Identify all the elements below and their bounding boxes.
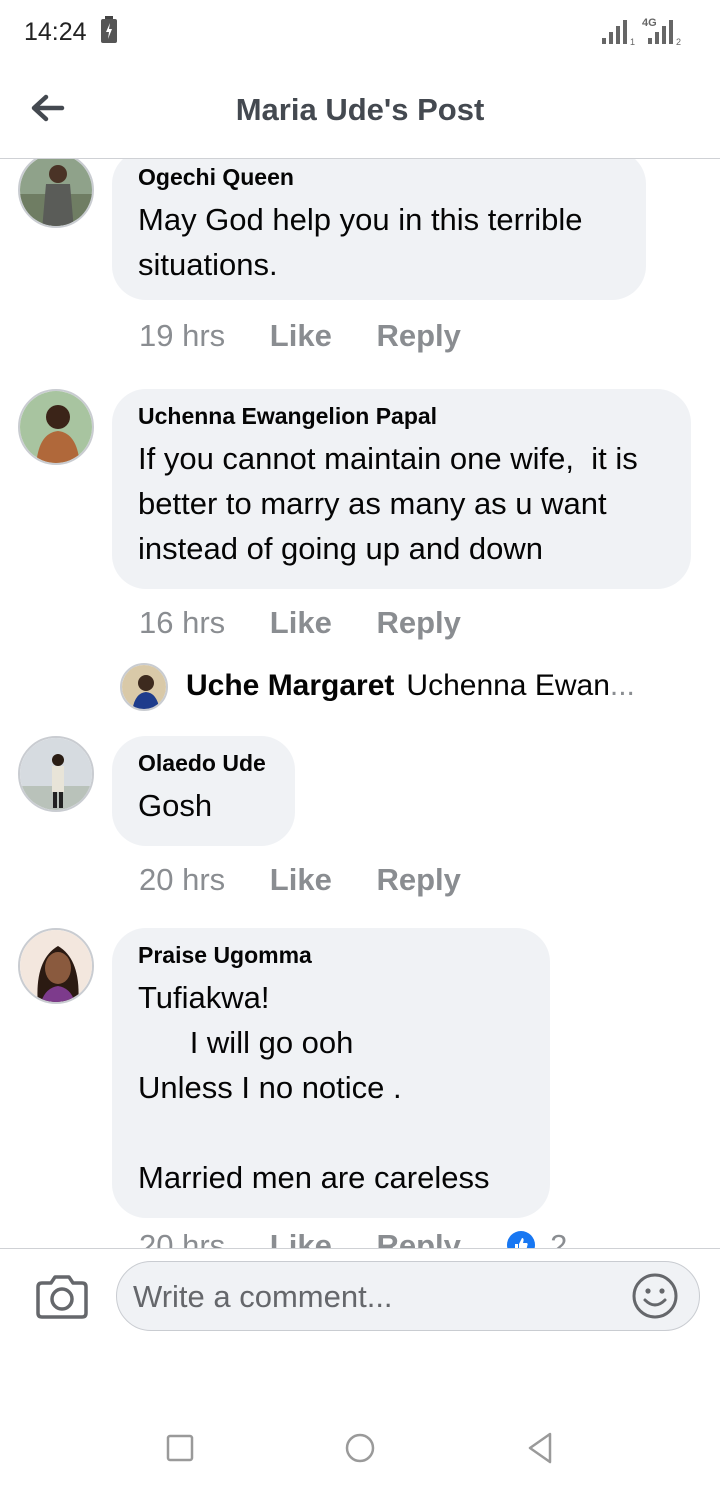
comment-bubble[interactable]: Ogechi Queen May God help you in this te… xyxy=(112,158,646,300)
reply-preview-text[interactable]: Uche Margaret Uchenna Ewan... xyxy=(186,669,635,703)
sim1-label: 1 xyxy=(630,37,635,46)
reply-preview[interactable]: Uche Margaret Uchenna Ewan... xyxy=(120,661,700,711)
comment-input[interactable] xyxy=(131,1262,625,1332)
status-bar: 14:24 1 4G 2 xyxy=(0,0,720,64)
comment-composer xyxy=(0,1248,720,1349)
comment-actions: 19 hrs Like Reply xyxy=(139,318,497,354)
comment-text: May God help you in this terrible situat… xyxy=(138,202,592,282)
network-label: 4G xyxy=(642,17,657,29)
post-header: Maria Ude's Post xyxy=(0,64,720,159)
system-nav-bar xyxy=(0,1400,720,1500)
comment-bubble[interactable]: Praise Ugomma Tufiakwa! I will go ooh Un… xyxy=(112,928,550,1218)
signal-icon: 1 4G 2 xyxy=(602,17,681,46)
recent-apps-icon[interactable] xyxy=(160,1428,200,1468)
comment-time: 20 hrs xyxy=(139,862,226,897)
like-button[interactable]: Like xyxy=(270,862,332,897)
comment-time: 20 hrs xyxy=(139,1228,226,1248)
avatar[interactable] xyxy=(18,158,94,228)
status-time: 14:24 xyxy=(24,18,87,46)
back-triangle-icon[interactable] xyxy=(520,1428,560,1468)
page-title: Maria Ude's Post xyxy=(235,92,485,127)
reply-button[interactable]: Reply xyxy=(376,605,460,640)
reply-snippet: Uchenna Ewan xyxy=(406,669,610,702)
smiley-icon[interactable] xyxy=(631,1272,679,1320)
avatar[interactable] xyxy=(18,928,94,1004)
comment-text: Gosh xyxy=(138,788,213,823)
avatar[interactable] xyxy=(120,663,168,711)
comment-time: 16 hrs xyxy=(139,605,226,640)
camera-icon[interactable] xyxy=(36,1273,88,1319)
comment-actions: 20 hrs Like Reply xyxy=(139,862,497,898)
comment-bubble[interactable]: Olaedo Ude Gosh xyxy=(112,736,295,846)
sim2-label: 2 xyxy=(676,37,681,46)
like-button[interactable]: Like xyxy=(270,318,332,353)
comment-author[interactable]: Olaedo Ude xyxy=(138,750,269,777)
comment-bubble[interactable]: Uchenna Ewangelion Papal If you cannot m… xyxy=(112,389,691,589)
comment-time: 19 hrs xyxy=(139,318,226,353)
reply-button[interactable]: Reply xyxy=(376,862,460,897)
home-icon[interactable] xyxy=(340,1428,380,1468)
comment-actions: 20 hrs Like Reply 2 xyxy=(139,1228,603,1248)
reply-button[interactable]: Reply xyxy=(376,318,460,353)
comment-actions: 16 hrs Like Reply xyxy=(139,605,497,641)
comment-author[interactable]: Ogechi Queen xyxy=(138,164,620,191)
comments-feed[interactable]: Ogechi Queen May God help you in this te… xyxy=(0,158,720,1248)
like-reaction-icon xyxy=(506,1231,535,1248)
reply-author[interactable]: Uche Margaret xyxy=(186,669,394,702)
reaction-count: 2 xyxy=(550,1228,568,1248)
battery-icon xyxy=(101,16,117,43)
reply-ellipsis: ... xyxy=(609,669,635,702)
comment-author[interactable]: Praise Ugomma xyxy=(138,942,524,969)
comment-text: If you cannot maintain one wife, it is b… xyxy=(138,441,647,566)
comment-text: Tufiakwa! I will go ooh Unless I no noti… xyxy=(138,980,490,1195)
like-button[interactable]: Like xyxy=(270,1228,332,1248)
reply-button[interactable]: Reply xyxy=(376,1228,460,1248)
comment-author[interactable]: Uchenna Ewangelion Papal xyxy=(138,403,665,430)
avatar[interactable] xyxy=(18,736,94,812)
like-button[interactable]: Like xyxy=(270,605,332,640)
comment-input-box[interactable] xyxy=(116,1261,700,1332)
avatar[interactable] xyxy=(18,389,94,465)
